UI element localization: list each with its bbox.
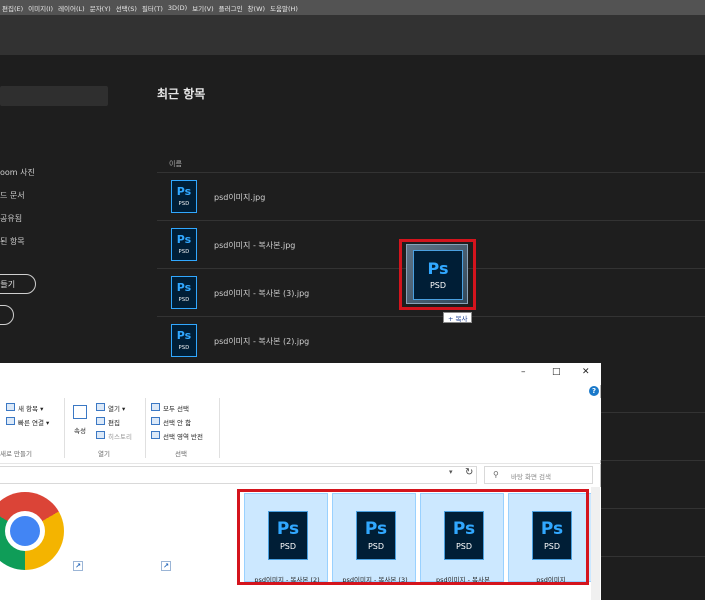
- ribbon: 새 항목 ▾ 빠른 연결 ▾ 새로 만들기 속성 열기 ▾ 편집 히스토리 열기…: [0, 398, 601, 460]
- shortcut-arrow-icon: ↗: [161, 561, 171, 571]
- photoshop-file-icon: Ps PSD: [171, 276, 197, 309]
- recent-title: 최근 항목: [157, 87, 206, 101]
- search-input[interactable]: ⚲ 바탕 화면 검색: [484, 466, 593, 484]
- menu-item[interactable]: 문자(Y): [90, 3, 111, 13]
- chrome-icon[interactable]: [0, 492, 64, 570]
- group-label-new: 새로 만들기: [0, 450, 32, 458]
- maximize-button[interactable]: □: [552, 367, 561, 377]
- search-placeholder: 바탕 화면 검색: [511, 473, 552, 481]
- file-explorer-window: – □ ✕ ? 새 항목 ▾ 빠른 연결 ▾ 새로 만들기 속성 열기 ▾ 편집…: [0, 363, 601, 600]
- invert-selection-icon: [151, 431, 160, 439]
- new-item-icon: [6, 403, 15, 411]
- shortcut-arrow-icon: ↗: [73, 561, 83, 571]
- open-icon: [96, 403, 105, 411]
- photoshop-file-icon: Ps PSD: [171, 228, 197, 261]
- scrollbar[interactable]: [591, 487, 600, 600]
- menu-item[interactable]: 선택(S): [116, 3, 137, 13]
- menu-bar: 편집(E) 이미지(I) 레이어(L) 문자(Y) 선택(S) 필터(T) 3D(D) 보기(…: [0, 0, 705, 15]
- edit-button[interactable]: 편집: [108, 417, 120, 427]
- help-icon[interactable]: ?: [589, 386, 599, 396]
- history-button[interactable]: 히스토리: [108, 431, 132, 441]
- chevron-down-icon[interactable]: ▾: [449, 468, 453, 476]
- menu-item[interactable]: 이미지(I): [28, 3, 53, 13]
- group-label-select: 선택: [175, 450, 187, 458]
- create-new-button[interactable]: 만들기: [0, 274, 36, 294]
- select-none-icon: [151, 417, 160, 425]
- desktop-file-view: ↗ ↗ Ps PSD psd이미지 - 복사본 (2) Ps PSD psd이미지 …: [0, 487, 601, 600]
- highlight-box: [237, 489, 589, 585]
- row-divider: [601, 508, 705, 509]
- properties-button[interactable]: 속성: [74, 425, 86, 435]
- search-icon: ⚲: [493, 470, 499, 479]
- menu-item[interactable]: 편집(E): [2, 3, 23, 13]
- refresh-icon[interactable]: ↻: [465, 467, 473, 478]
- open-button[interactable]: [0, 305, 14, 325]
- properties-icon: [73, 405, 87, 419]
- menu-item[interactable]: 필터(T): [142, 3, 163, 13]
- row-divider: [601, 460, 705, 461]
- nav-item-cloud-documents[interactable]: 드 문서: [0, 190, 25, 201]
- menu-item[interactable]: 도움말(H): [270, 3, 298, 13]
- invert-selection-button[interactable]: 선택 영역 반전: [163, 431, 203, 441]
- edit-icon: [96, 417, 105, 425]
- nav-item-lightroom-photos[interactable]: oom 사진: [0, 167, 35, 178]
- address-bar[interactable]: [0, 466, 477, 484]
- group-label-open: 열기: [98, 450, 110, 458]
- file-name: psd이미지 - 복사본 (2).jpg: [214, 337, 310, 346]
- select-none-button[interactable]: 선택 안 함: [163, 417, 191, 427]
- menu-item[interactable]: 레이어(L): [58, 3, 85, 13]
- row-divider: [601, 412, 705, 413]
- photoshop-file-icon: Ps PSD: [171, 324, 197, 357]
- home-search-input[interactable]: [0, 86, 108, 106]
- row-divider: [601, 556, 705, 557]
- easy-access-button[interactable]: 빠른 연결 ▾: [18, 417, 49, 427]
- menu-item[interactable]: 3D(D): [168, 4, 187, 12]
- nav-item-deleted[interactable]: 된 항목: [0, 236, 25, 247]
- open-dropdown-button[interactable]: 열기 ▾: [108, 403, 125, 413]
- menu-item[interactable]: 플러그인: [219, 3, 243, 13]
- menu-item[interactable]: 보기(V): [192, 3, 213, 13]
- recent-file-row[interactable]: Ps PSD psd이미지.jpg: [157, 172, 705, 220]
- recent-file-row[interactable]: Ps PSD psd이미지 - 복사본 (2).jpg: [157, 316, 705, 364]
- address-row: ▾ ↻ ⚲ 바탕 화면 검색: [0, 463, 601, 485]
- new-item-button[interactable]: 새 항목 ▾: [18, 403, 43, 413]
- options-bar: [0, 15, 705, 55]
- close-button[interactable]: ✕: [582, 367, 590, 377]
- copy-tooltip: + 복사: [443, 312, 473, 323]
- history-icon: [96, 431, 105, 439]
- select-all-button[interactable]: 모두 선택: [163, 403, 189, 413]
- nav-item-shared[interactable]: 공유됨: [0, 213, 22, 224]
- ribbon-separator: [219, 398, 220, 458]
- file-name: psd이미지.jpg: [214, 193, 266, 202]
- photoshop-file-icon: Ps PSD: [413, 250, 463, 300]
- title-bar[interactable]: – □ ✕: [0, 363, 601, 385]
- column-header-name[interactable]: 이름: [169, 159, 182, 169]
- photoshop-file-icon: Ps PSD: [171, 180, 197, 213]
- easy-access-icon: [6, 417, 15, 425]
- ribbon-separator: [64, 398, 65, 458]
- minimize-button[interactable]: –: [521, 367, 526, 377]
- dragged-file[interactable]: Ps PSD: [406, 244, 468, 304]
- ribbon-separator: [145, 398, 146, 458]
- file-name: psd이미지 - 복사본.jpg: [214, 241, 296, 250]
- menu-item[interactable]: 창(W): [248, 3, 265, 13]
- select-all-icon: [151, 403, 160, 411]
- file-name: psd이미지 - 복사본 (3).jpg: [214, 289, 310, 298]
